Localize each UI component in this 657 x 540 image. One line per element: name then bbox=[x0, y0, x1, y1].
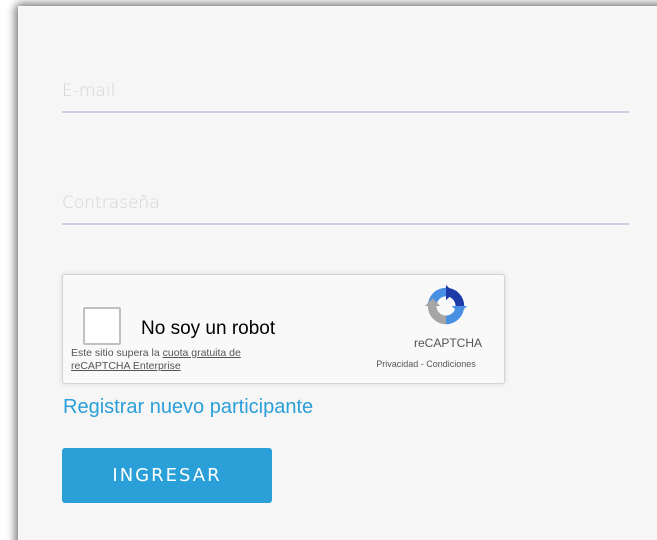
recaptcha-checkbox-label: No soy un robot bbox=[141, 318, 276, 339]
recaptcha-checkbox[interactable] bbox=[83, 307, 121, 345]
page: No soy un robot Este sitio supera la cuo… bbox=[0, 0, 657, 540]
email-field-wrapper bbox=[62, 71, 629, 113]
recaptcha-logo-icon bbox=[424, 284, 468, 325]
recaptcha-quota-note: Este sitio supera la cuota gratuita de r… bbox=[71, 347, 301, 373]
recaptcha-terms: Privacidad - Condiciones bbox=[351, 359, 501, 369]
recaptcha-note-text: Este sitio supera la bbox=[71, 347, 163, 359]
email-input[interactable] bbox=[62, 71, 629, 111]
password-input[interactable] bbox=[62, 183, 629, 223]
recaptcha-privacy-link[interactable]: Privacidad bbox=[376, 359, 418, 369]
recaptcha-brand: reCAPTCHA bbox=[413, 336, 482, 350]
register-link[interactable]: Registrar nuevo participante bbox=[63, 396, 313, 419]
recaptcha-widget: No soy un robot Este sitio supera la cuo… bbox=[62, 274, 505, 384]
recaptcha-conditions-link[interactable]: Condiciones bbox=[426, 359, 476, 369]
login-button[interactable]: INGRESAR bbox=[62, 448, 272, 503]
password-field-wrapper bbox=[62, 183, 629, 225]
